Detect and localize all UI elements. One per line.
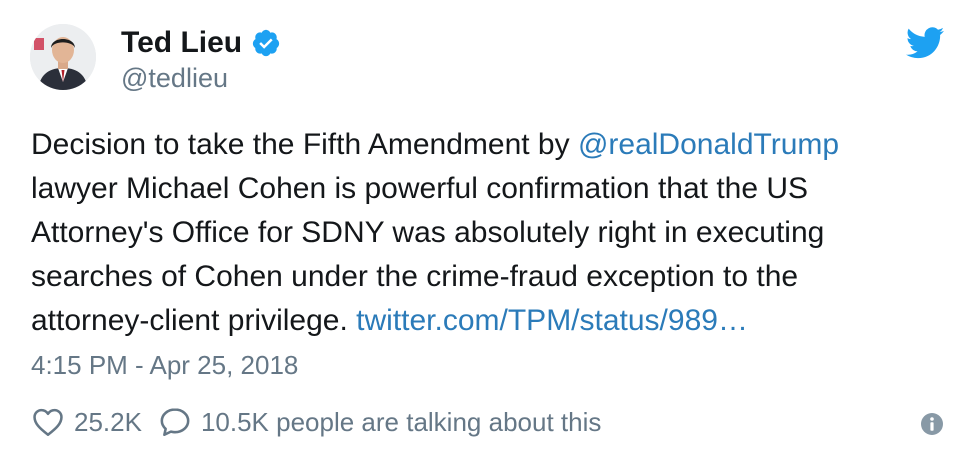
verified-badge-icon bbox=[251, 28, 281, 58]
author-name-row[interactable]: Ted Lieu bbox=[121, 25, 281, 61]
mention-link[interactable]: @realDonaldTrump bbox=[578, 128, 839, 161]
twitter-bird-icon[interactable] bbox=[906, 27, 944, 59]
tweet-text-segment: attorney-client privilege. bbox=[31, 304, 357, 337]
tweet-text-line: attorney-client privilege. twitter.com/T… bbox=[31, 299, 931, 343]
tweet-text-line: Decision to take the Fifth Amendment by … bbox=[31, 123, 931, 167]
heart-icon[interactable] bbox=[31, 405, 65, 439]
author-display-name[interactable]: Ted Lieu bbox=[121, 25, 242, 61]
embedded-tweet: Ted Lieu @tedlieu Decision to take the F… bbox=[0, 0, 974, 454]
info-icon[interactable] bbox=[920, 412, 944, 436]
author-handle[interactable]: @tedlieu bbox=[121, 62, 228, 94]
conversation-count[interactable]: 10.5K people are talking about this bbox=[201, 407, 601, 438]
tweet-actions: 25.2K 10.5K people are talking about thi… bbox=[31, 404, 601, 440]
tweet-timestamp[interactable]: 4:15 PM - Apr 25, 2018 bbox=[31, 349, 298, 381]
tweet-text-segment: Decision to take the Fifth Amendment by bbox=[31, 128, 578, 161]
profile-photo bbox=[30, 24, 96, 90]
speech-bubble-icon[interactable] bbox=[158, 405, 192, 439]
like-count[interactable]: 25.2K bbox=[74, 407, 142, 438]
avatar[interactable] bbox=[30, 24, 96, 90]
tweet-text-line: searches of Cohen under the crime-fraud … bbox=[31, 260, 799, 293]
tweet-text: Decision to take the Fifth Amendment by … bbox=[31, 123, 931, 343]
status-link[interactable]: twitter.com/TPM/status/989… bbox=[356, 304, 748, 337]
tweet-text-line: lawyer Michael Cohen is powerful confirm… bbox=[31, 172, 809, 205]
tweet-text-line: Attorney's Office for SDNY was absolutel… bbox=[31, 216, 825, 249]
